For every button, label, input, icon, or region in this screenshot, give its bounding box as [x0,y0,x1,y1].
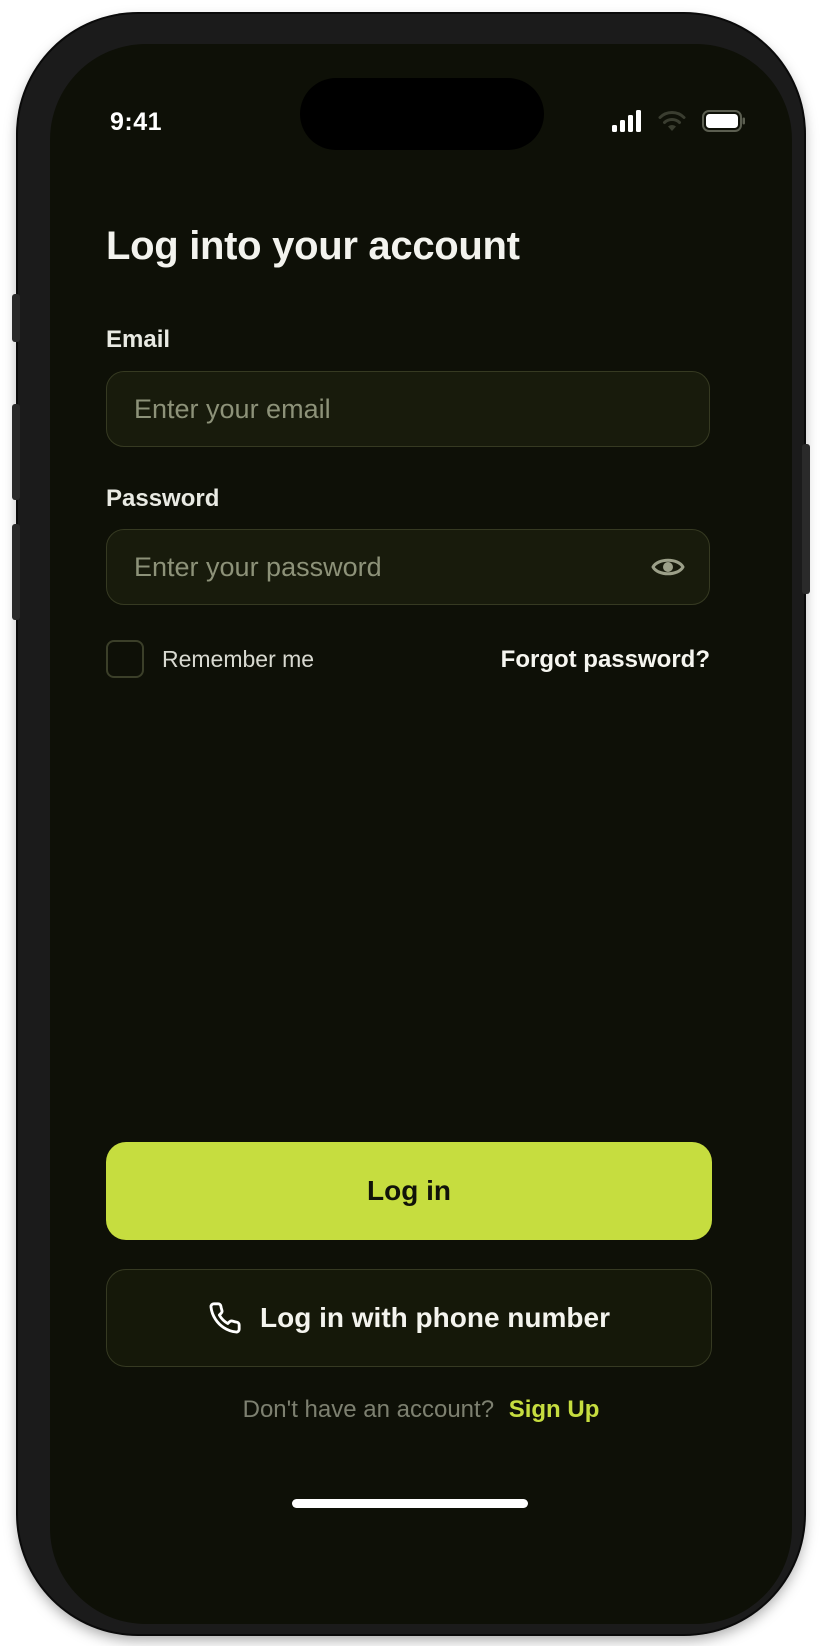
eye-icon[interactable] [651,552,685,582]
login-button[interactable]: Log in [106,1142,712,1240]
remember-me-option[interactable]: Remember me [106,640,314,678]
phone-login-button[interactable]: Log in with phone number [106,1269,712,1367]
app-screen: 9:41 Log into your account Email Enter y… [50,44,792,1624]
email-field[interactable] [106,371,710,447]
password-input[interactable] [107,529,616,605]
phone-login-label: Log in with phone number [260,1302,610,1333]
status-icons [612,110,746,132]
home-indicator[interactable] [292,1499,528,1508]
volume-down-button [12,524,20,620]
email-input[interactable] [107,371,616,447]
volume-up-button [12,404,20,500]
power-button [802,444,810,594]
remember-me-checkbox[interactable] [106,640,144,678]
email-label: Email [106,326,171,353]
remember-me-label: Remember me [162,645,315,672]
signup-row: Don't have an account? Sign Up [50,1396,792,1424]
wifi-icon [658,111,686,131]
phone-icon [209,1302,241,1334]
password-label: Password [106,485,220,512]
battery-icon [702,110,745,132]
phone-frame: 9:41 Log into your account Email Enter y… [12,14,810,1634]
action-button [12,294,20,342]
forgot-password-link[interactable]: Forgot password? [501,646,710,674]
dynamic-island [300,78,544,150]
signal-icon [612,110,641,132]
signup-prompt: Don't have an account? [242,1396,495,1423]
signup-link[interactable]: Sign Up [509,1396,600,1423]
page-title: Log into your account [106,224,520,268]
status-time: 9:41 [110,108,163,136]
password-field[interactable] [106,529,710,605]
